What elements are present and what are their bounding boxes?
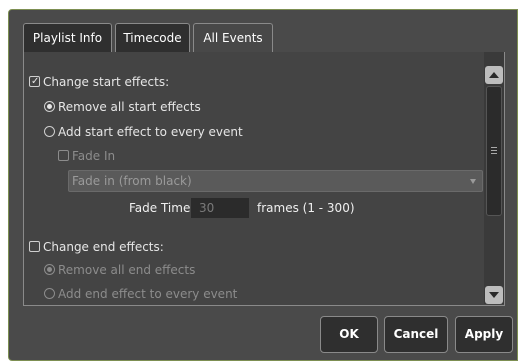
radio-selected-icon (44, 101, 55, 112)
tab-timecode[interactable]: Timecode (115, 23, 190, 53)
scrollbar-thumb[interactable] (486, 86, 502, 216)
radio-unselected-icon (44, 288, 55, 299)
change-end-effects-label: Change end effects: (43, 240, 164, 254)
fade-time-unit: frames (1 - 300) (257, 201, 355, 215)
remove-end-effects-label: Remove all end effects (58, 263, 196, 277)
scroll-up-button[interactable] (485, 66, 503, 84)
add-start-effect-radio[interactable]: Add start effect to every event (44, 122, 243, 142)
remove-start-effects-radio[interactable]: Remove all start effects (44, 97, 201, 117)
remove-end-effects-radio[interactable]: Remove all end effects (44, 260, 195, 280)
checkbox-checked-icon (29, 72, 40, 92)
radio-unselected-icon (44, 126, 55, 137)
tab-bar: Playlist Info Timecode All Events (9, 10, 517, 53)
all-events-panel: Change start effects: Remove all start e… (23, 52, 505, 306)
checkbox-unchecked-icon (29, 241, 40, 252)
start-effect-select[interactable]: Fade in (from black) (68, 170, 483, 192)
apply-button[interactable]: Apply (455, 316, 513, 353)
cancel-button[interactable]: Cancel (384, 316, 448, 353)
fade-in-checkbox[interactable]: Fade In (58, 146, 115, 166)
remove-start-effects-label: Remove all start effects (58, 100, 201, 114)
add-end-effect-label: Add end effect to every event (58, 287, 238, 301)
change-start-effects-label: Change start effects: (43, 75, 170, 89)
vertical-scrollbar[interactable] (484, 52, 504, 304)
tab-playlist-info[interactable]: Playlist Info (23, 23, 112, 53)
checkbox-unchecked-icon (58, 150, 69, 161)
change-end-effects-checkbox[interactable]: Change end effects: (29, 237, 164, 257)
ok-button[interactable]: OK (320, 316, 378, 353)
add-start-effect-label: Add start effect to every event (58, 125, 243, 139)
add-end-effect-radio[interactable]: Add end effect to every event (44, 284, 237, 304)
tab-all-events[interactable]: All Events (193, 23, 273, 53)
fade-time-label: Fade Time (129, 201, 191, 215)
scroll-content: Change start effects: Remove all start e… (24, 52, 486, 304)
change-start-effects-checkbox[interactable]: Change start effects: (29, 72, 169, 92)
fade-in-label: Fade In (72, 149, 116, 163)
fade-time-input[interactable]: 30 (191, 198, 249, 218)
dialog-window: Playlist Info Timecode All Events Change… (8, 9, 518, 361)
scroll-down-button[interactable] (485, 286, 503, 304)
grip-icon (491, 147, 497, 154)
start-effect-select-value: Fade in (from black) (72, 174, 192, 188)
chevron-down-icon (470, 179, 476, 184)
radio-selected-icon (44, 264, 55, 275)
